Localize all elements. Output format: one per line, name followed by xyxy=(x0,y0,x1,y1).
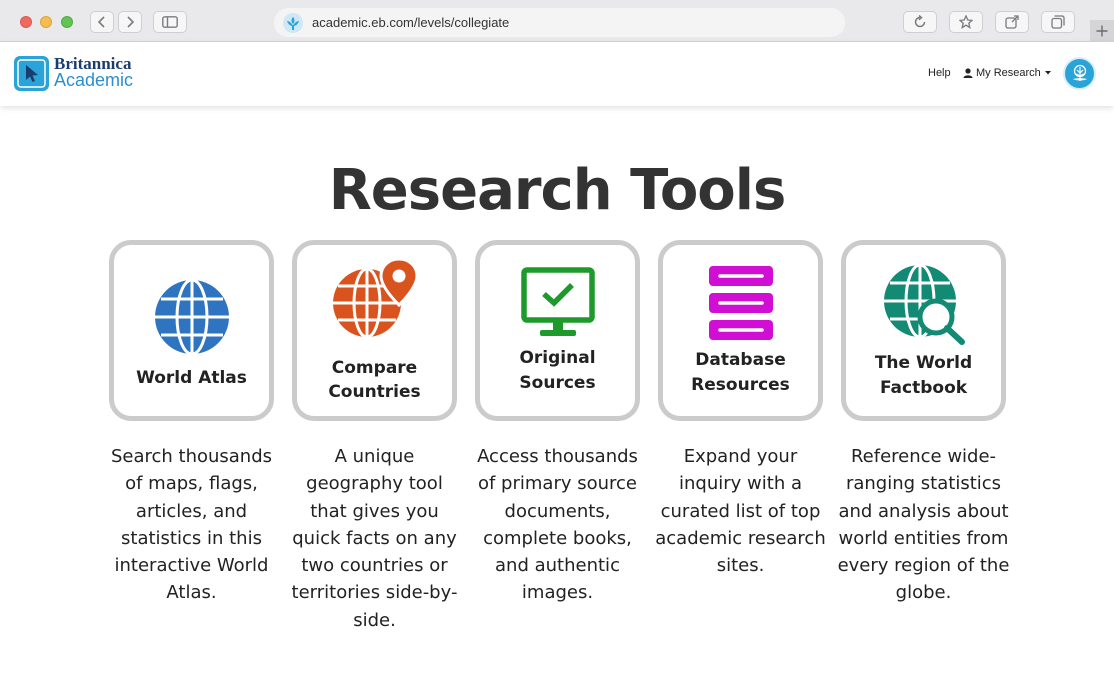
share-icon xyxy=(1005,15,1019,29)
desc-line: that gives you xyxy=(310,500,439,522)
bookmark-button[interactable] xyxy=(949,11,983,33)
tree-emblem-icon xyxy=(1072,64,1087,81)
original-sources-description: Access thousands of primary source docum… xyxy=(470,443,645,607)
desc-line: articles, and xyxy=(135,500,248,522)
desc-line: statistics in this xyxy=(121,527,262,549)
compare-countries-label-1: Compare xyxy=(331,358,418,378)
desc-line: and authentic xyxy=(495,555,620,577)
tabs-icon xyxy=(1051,15,1065,29)
plus-icon xyxy=(1096,25,1108,37)
desc-line: interactive World xyxy=(114,555,269,577)
original-sources-label-1: Original xyxy=(519,348,596,368)
database-resources-label-2: Resources xyxy=(691,375,790,395)
desc-line: sites. xyxy=(716,555,765,577)
desc-line: of primary source xyxy=(477,473,637,495)
desc-line: world entities from xyxy=(838,527,1009,549)
britannica-academic-logo[interactable]: Britannica Academic xyxy=(54,55,134,90)
database-resources-description: Expand your inquiry with a curated list … xyxy=(653,443,828,579)
star-icon xyxy=(959,15,973,29)
forward-button[interactable] xyxy=(118,11,142,33)
desc-line: complete books, xyxy=(483,527,632,549)
site-header: Britannica Academic Help My Research xyxy=(0,42,1114,106)
desc-line: of maps, flags, xyxy=(125,473,258,495)
world-factbook-description: Reference wide- ranging statistics and a… xyxy=(836,443,1011,607)
original-sources-label-2: Sources xyxy=(519,373,596,393)
original-sources-card[interactable]: Original Sources xyxy=(475,240,640,421)
desc-line: Atlas. xyxy=(166,582,217,604)
globe-icon xyxy=(154,278,229,356)
desc-line: documents, xyxy=(504,500,611,522)
help-link[interactable]: Help xyxy=(928,67,951,79)
chevron-right-icon xyxy=(127,16,134,28)
world-atlas-label: World Atlas xyxy=(136,368,247,388)
desc-line: ranging statistics xyxy=(845,473,1002,495)
database-resources-card[interactable]: Database Resources xyxy=(658,240,823,421)
desc-line: curated list of top xyxy=(660,500,821,522)
desc-line: quick facts on any xyxy=(292,527,457,549)
sidebar-icon xyxy=(162,16,178,28)
globe-pin-icon xyxy=(332,257,419,339)
sidebar-toggle-button[interactable] xyxy=(153,11,187,33)
compare-countries-label-2: Countries xyxy=(328,382,421,402)
world-factbook-label-2: Factbook xyxy=(879,378,968,398)
desc-line: every region of the xyxy=(837,555,1010,577)
desc-line: images. xyxy=(521,582,594,604)
desc-line: two countries or xyxy=(301,555,448,577)
url-text: academic.eb.com/levels/collegiate xyxy=(312,15,510,30)
server-stack-icon xyxy=(708,266,773,340)
chevron-left-icon xyxy=(98,16,105,28)
reload-icon xyxy=(914,15,926,28)
new-tab-button[interactable] xyxy=(1090,20,1114,42)
world-factbook-card[interactable]: The World Factbook xyxy=(841,240,1006,421)
britannica-logo-icon[interactable] xyxy=(14,56,49,91)
desc-line: academic research xyxy=(655,527,826,549)
desc-line: inquiry with a xyxy=(679,473,802,495)
cursor-logo-icon xyxy=(17,59,46,88)
site-favicon-icon xyxy=(283,12,303,33)
caret-down-icon xyxy=(1044,71,1051,75)
desc-line: geography tool xyxy=(306,473,443,495)
world-factbook-label-1: The World xyxy=(874,353,973,373)
minimize-window-button[interactable] xyxy=(40,16,52,28)
my-research-label: My Research xyxy=(976,67,1041,79)
desc-line: Expand your xyxy=(683,446,798,467)
share-button[interactable] xyxy=(995,11,1029,33)
monitor-check-icon xyxy=(520,267,595,336)
world-atlas-card[interactable]: World Atlas xyxy=(109,240,274,421)
zoom-window-button[interactable] xyxy=(61,16,73,28)
desc-line: Reference wide- xyxy=(850,446,997,467)
desc-line: Access thousands xyxy=(477,446,638,467)
my-research-menu[interactable]: My Research xyxy=(963,67,1052,79)
reload-button[interactable] xyxy=(903,11,937,33)
user-icon xyxy=(963,68,973,78)
database-resources-label-1: Database xyxy=(695,350,786,370)
tabs-overview-button[interactable] xyxy=(1041,11,1075,33)
close-window-button[interactable] xyxy=(20,16,32,28)
desc-line: globe. xyxy=(895,582,952,604)
logo-line-2: Academic xyxy=(54,70,134,90)
compare-countries-card[interactable]: Compare Countries xyxy=(292,240,457,421)
desc-line: side. xyxy=(353,609,396,631)
globe-magnifier-icon xyxy=(883,263,965,345)
desc-line: territories side-by- xyxy=(291,582,458,604)
compare-countries-description: A unique geography tool that gives you q… xyxy=(287,443,462,634)
back-button[interactable] xyxy=(90,11,114,33)
page-title: Research Tools xyxy=(328,158,787,223)
desc-line: Search thousands xyxy=(110,446,273,467)
browser-chrome: academic.eb.com/levels/collegiate xyxy=(0,0,1114,42)
institution-avatar[interactable] xyxy=(1063,57,1096,90)
desc-line: and analysis about xyxy=(838,500,1009,522)
world-atlas-description: Search thousands of maps, flags, article… xyxy=(104,443,279,607)
address-bar[interactable]: academic.eb.com/levels/collegiate xyxy=(274,8,845,37)
desc-line: A unique xyxy=(334,446,415,467)
